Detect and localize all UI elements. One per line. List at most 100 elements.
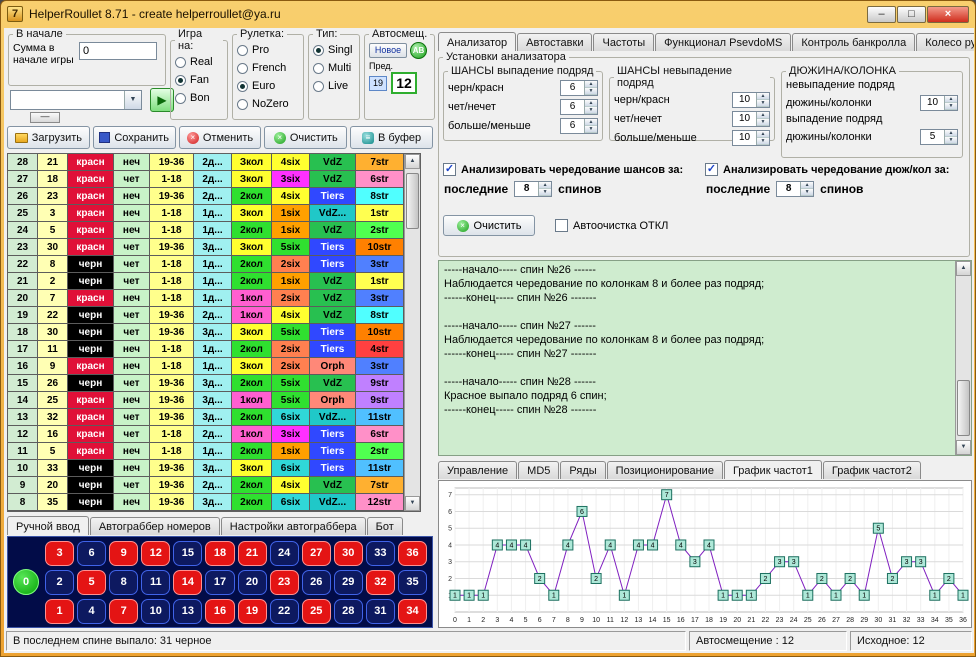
scroll-down-icon[interactable]: ▼ xyxy=(405,496,420,511)
table-row[interactable]: 2330краснчет19-363д...Зкол5sixTiers10str xyxy=(8,239,404,256)
radio-Bon[interactable]: Bon xyxy=(175,89,223,107)
numpad-cell-5[interactable]: 5 xyxy=(77,570,106,595)
tab-MD5[interactable]: MD5 xyxy=(518,461,559,479)
table-row[interactable]: 207красннеч1-181д...1кол2sixVdZ3str xyxy=(8,290,404,307)
tab-Функционал PsevdoMS[interactable]: Функционал PsevdoMS xyxy=(655,33,791,51)
spinner-up-icon[interactable]: ▲ xyxy=(585,100,597,107)
spinner-down-icon[interactable]: ▼ xyxy=(585,107,597,114)
number-spinner[interactable]: 10▲▼ xyxy=(732,111,770,127)
numpad-cell-10[interactable]: 10 xyxy=(141,599,170,624)
radio-Multi[interactable]: Multi xyxy=(313,59,355,77)
start-sum-input[interactable] xyxy=(79,42,157,60)
tab-Анализатор[interactable]: Анализатор xyxy=(438,32,516,51)
scroll-track[interactable] xyxy=(956,276,971,440)
numpad-cell-29[interactable]: 29 xyxy=(334,570,363,595)
close-button[interactable]: × xyxy=(927,6,969,23)
numpad-cell-20[interactable]: 20 xyxy=(238,570,267,595)
table-row[interactable]: 1711черннеч1-181д...2кол2sixTiers4str xyxy=(8,341,404,358)
table-row[interactable]: 1033черннеч19-363д...Зкол6sixTiers11str xyxy=(8,460,404,477)
radio-NoZero[interactable]: NoZero xyxy=(237,95,299,113)
chevron-down-icon[interactable]: ▼ xyxy=(124,91,141,109)
log-scrollbar[interactable]: ▲ ▼ xyxy=(955,261,971,455)
numpad-cell-19[interactable]: 19 xyxy=(238,599,267,624)
numpad-cell-13[interactable]: 13 xyxy=(173,599,202,624)
new-button[interactable]: Новое xyxy=(369,43,407,58)
numpad-cell-31[interactable]: 31 xyxy=(366,599,395,624)
table-row[interactable]: 245красннеч1-181д...2кол1sixVdZ2str xyxy=(8,222,404,239)
radio-Singl[interactable]: Singl xyxy=(313,41,355,59)
numpad-cell-32[interactable]: 32 xyxy=(366,570,395,595)
table-row[interactable]: 835черннеч19-363д...2кол6sixVdZ...12str xyxy=(8,494,404,511)
table-row[interactable]: 2821красннеч19-362д...Зкол4sixVdZ7str xyxy=(8,154,404,171)
table-row[interactable]: 228чернчет1-181д...2кол2sixTiers3str xyxy=(8,256,404,273)
alternation-chances-checkbox[interactable]: ✓ xyxy=(443,163,456,176)
table-row[interactable]: 115красннеч1-181д...2кол1sixTiers2str xyxy=(8,443,404,460)
table-row[interactable]: 2718краснчет1-182д...Зкол3sixVdZ6str xyxy=(8,171,404,188)
table-row[interactable]: 169красннеч1-181д...Зкол2sixOrph3str xyxy=(8,358,404,375)
numpad-cell-15[interactable]: 15 xyxy=(173,541,202,566)
scroll-up-icon[interactable]: ▲ xyxy=(405,154,420,169)
number-spinner[interactable]: 10▲▼ xyxy=(732,92,770,108)
numpad-cell-24[interactable]: 24 xyxy=(270,541,299,566)
tab-Позиционирование[interactable]: Позиционирование xyxy=(607,461,723,479)
tab-Колесо ру[interactable]: Колесо ру xyxy=(916,33,974,51)
maximize-button[interactable]: □ xyxy=(897,6,926,23)
number-spinner[interactable]: 10▲▼ xyxy=(920,95,958,111)
tab-Управление[interactable]: Управление xyxy=(438,461,517,479)
numpad-cell-8[interactable]: 8 xyxy=(109,570,138,595)
numpad-cell-2[interactable]: 2 xyxy=(45,570,74,595)
tab-Контроль банкролла[interactable]: Контроль банкролла xyxy=(792,33,915,51)
autoshift-toggle-button[interactable]: AB xyxy=(410,42,427,59)
numpad-cell-7[interactable]: 7 xyxy=(109,599,138,624)
numpad-cell-0[interactable]: 0 xyxy=(13,569,39,595)
spinner-down-icon[interactable]: ▼ xyxy=(945,137,957,144)
spinner-up-icon[interactable]: ▲ xyxy=(757,93,769,100)
undo-button[interactable]: ×Отменить xyxy=(179,126,262,149)
tab-Автоставки[interactable]: Автоставки xyxy=(517,33,592,51)
clear-analyzer-button[interactable]: × Очистить xyxy=(443,215,535,236)
numpad-cell-21[interactable]: 21 xyxy=(238,541,267,566)
scroll-up-icon[interactable]: ▲ xyxy=(956,261,971,276)
numpad-cell-12[interactable]: 12 xyxy=(141,541,170,566)
numbers-combobox[interactable]: ▼ xyxy=(10,90,142,110)
numpad-cell-26[interactable]: 26 xyxy=(302,570,331,595)
clear-table-button[interactable]: ×Очистить xyxy=(264,126,347,149)
spinner-up-icon[interactable]: ▲ xyxy=(945,96,957,103)
numpad-cell-18[interactable]: 18 xyxy=(205,541,234,566)
scroll-track[interactable] xyxy=(405,169,420,496)
tab-Бот[interactable]: Бот xyxy=(367,517,403,535)
numpad-cell-28[interactable]: 28 xyxy=(334,599,363,624)
numpad-cell-23[interactable]: 23 xyxy=(270,570,299,595)
collapse-button[interactable]: — xyxy=(30,112,60,123)
numpad-cell-33[interactable]: 33 xyxy=(366,541,395,566)
spinner-down-icon[interactable]: ▼ xyxy=(585,88,597,95)
spinner-up-icon[interactable]: ▲ xyxy=(539,182,551,189)
table-row[interactable]: 212чернчет1-181д...2кол1sixVdZ1str xyxy=(8,273,404,290)
number-spinner[interactable]: 10▲▼ xyxy=(732,130,770,146)
tab-Ручной ввод[interactable]: Ручной ввод xyxy=(7,516,89,535)
number-spinner[interactable]: 6▲▼ xyxy=(560,80,598,96)
radio-Euro[interactable]: Euro xyxy=(237,77,299,95)
spinner-up-icon[interactable]: ▲ xyxy=(757,112,769,119)
table-row[interactable]: 1425красннеч19-363д...1кол5sixOrph9str xyxy=(8,392,404,409)
numpad-cell-16[interactable]: 16 xyxy=(205,599,234,624)
number-spinner[interactable]: 5▲▼ xyxy=(920,129,958,145)
numpad-cell-25[interactable]: 25 xyxy=(302,599,331,624)
tab-Частоты[interactable]: Частоты xyxy=(593,33,654,51)
table-scrollbar[interactable]: ▲ ▼ xyxy=(404,154,420,511)
numpad-cell-34[interactable]: 34 xyxy=(398,599,427,624)
titlebar[interactable]: 7 HelperRoullet 8.71 - create helperroul… xyxy=(1,1,975,27)
numpad-cell-17[interactable]: 17 xyxy=(205,570,234,595)
radio-Live[interactable]: Live xyxy=(313,77,355,95)
tab-График частот2[interactable]: График частот2 xyxy=(823,461,921,479)
number-spinner[interactable]: 8▲▼ xyxy=(776,181,814,197)
table-row[interactable]: 253красннеч1-181д...Зкол1sixVdZ...1str xyxy=(8,205,404,222)
numpad-cell-3[interactable]: 3 xyxy=(45,541,74,566)
table-row[interactable]: 1332краснчет19-363д...2кол6sixVdZ...11st… xyxy=(8,409,404,426)
spinner-up-icon[interactable]: ▲ xyxy=(585,119,597,126)
numpad-cell-9[interactable]: 9 xyxy=(109,541,138,566)
minimize-button[interactable]: – xyxy=(867,6,896,23)
spinner-down-icon[interactable]: ▼ xyxy=(945,103,957,110)
spinner-down-icon[interactable]: ▼ xyxy=(757,119,769,126)
radio-Fan[interactable]: Fan xyxy=(175,71,223,89)
